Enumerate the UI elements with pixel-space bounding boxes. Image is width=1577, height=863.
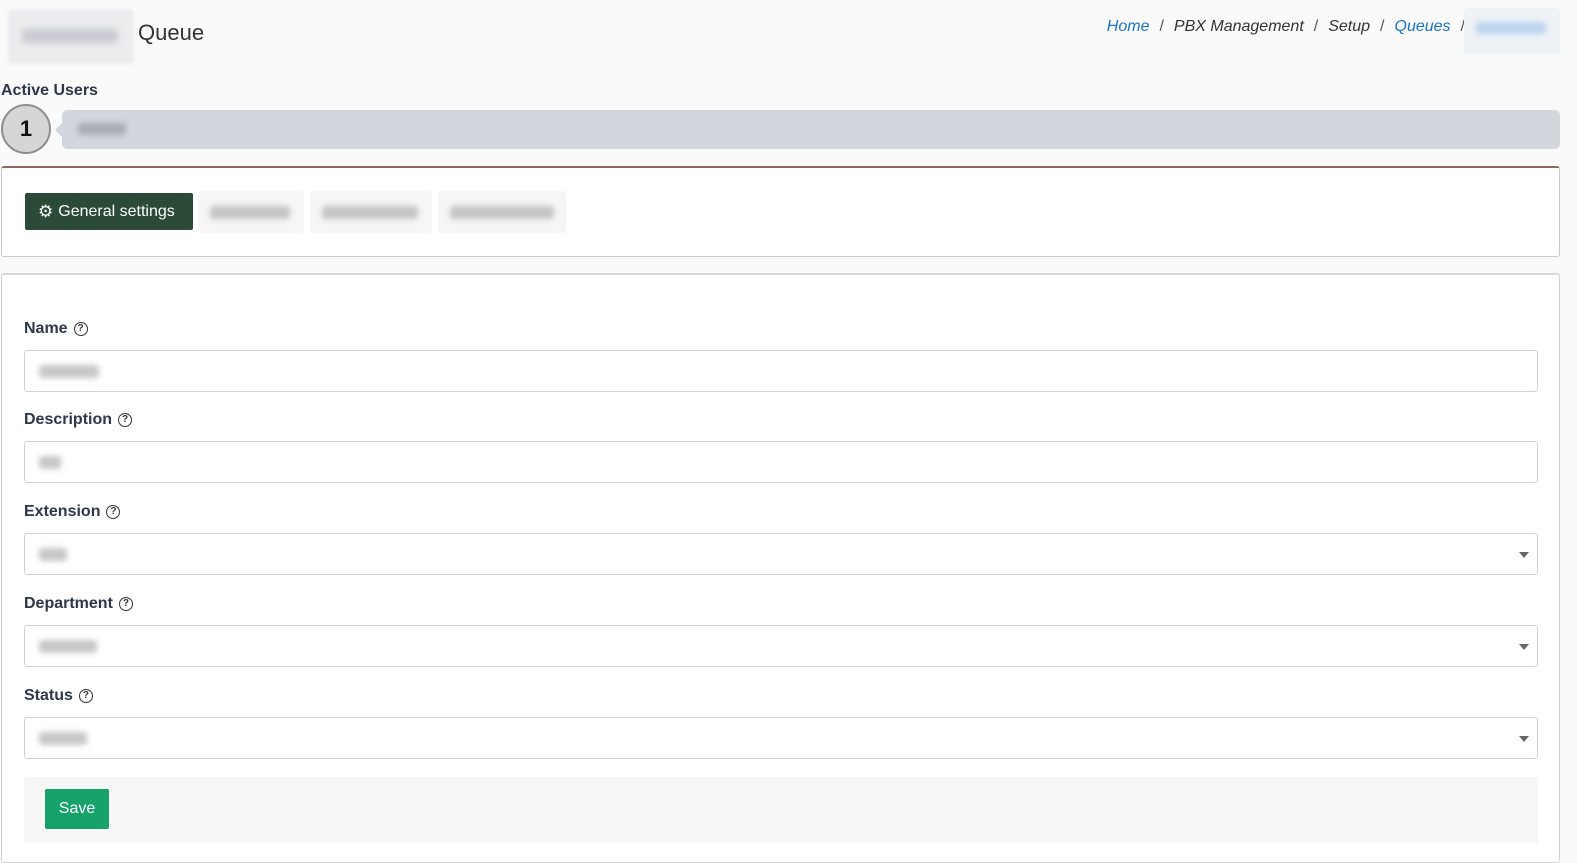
help-icon[interactable]: ? [106, 505, 121, 519]
department-select[interactable] [24, 625, 1538, 667]
breadcrumb: Home / PBX Management / Setup / Queues / [1107, 18, 1465, 36]
queue-name-redacted [8, 9, 134, 64]
breadcrumb-separator: / [1380, 18, 1385, 35]
caret-down-icon [1519, 736, 1529, 742]
department-label: Department ? [24, 595, 133, 613]
name-input[interactable] [24, 350, 1538, 392]
tab-redacted-1[interactable] [198, 191, 304, 233]
help-icon[interactable]: ? [118, 413, 133, 427]
description-label: Description ? [24, 411, 133, 429]
page-title: Queue [138, 20, 205, 45]
active-users-label: Active Users [1, 82, 98, 99]
breadcrumb-current-redacted [1464, 8, 1560, 54]
active-user-bubble [55, 110, 1560, 149]
help-icon[interactable]: ? [78, 689, 93, 703]
status-label: Status ? [24, 687, 93, 705]
breadcrumb-separator: / [1159, 18, 1164, 35]
breadcrumb-setup: Setup [1328, 18, 1371, 35]
page-header: Queue Home / PBX Management / Setup / Qu… [0, 0, 1577, 66]
description-input[interactable] [24, 441, 1538, 483]
breadcrumb-home[interactable]: Home [1107, 18, 1150, 36]
breadcrumb-pbx-management: PBX Management [1173, 18, 1304, 35]
active-users-count: 1 [1, 104, 51, 154]
save-button[interactable]: Save [45, 789, 109, 829]
caret-down-icon [1519, 552, 1529, 558]
extension-select[interactable] [24, 533, 1538, 575]
form-actions: Save [24, 777, 1538, 843]
tabs-card: ⚙ General settings [1, 166, 1560, 257]
breadcrumb-separator: / [1313, 18, 1319, 35]
status-select[interactable] [24, 717, 1538, 759]
tab-redacted-3[interactable] [438, 191, 566, 233]
caret-down-icon [1519, 644, 1529, 650]
help-icon[interactable]: ? [118, 597, 133, 611]
help-icon[interactable]: ? [73, 322, 88, 336]
gears-icon: ⚙ [38, 202, 54, 221]
breadcrumb-queues[interactable]: Queues [1395, 18, 1451, 36]
tab-general-settings[interactable]: ⚙ General settings [25, 193, 193, 230]
extension-label: Extension ? [24, 503, 121, 521]
name-label: Name ? [24, 320, 88, 338]
tab-redacted-2[interactable] [310, 191, 432, 233]
general-settings-form: Name ? Description ? Extension ? Departm… [1, 273, 1560, 863]
tab-general-settings-label: General settings [58, 202, 175, 220]
